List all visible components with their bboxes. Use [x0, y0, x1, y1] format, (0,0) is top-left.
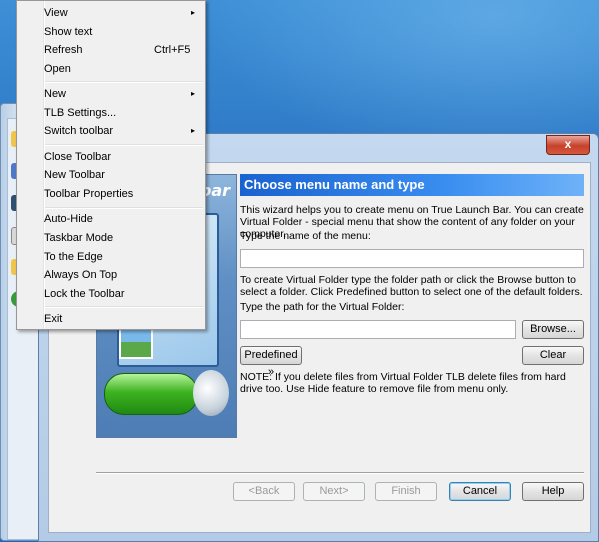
menu-item-label: New	[44, 88, 67, 100]
browse-button[interactable]: Browse...	[522, 320, 584, 339]
finish-button[interactable]: Finish	[375, 482, 437, 501]
menu-name-input[interactable]	[240, 249, 584, 268]
menu-separator	[45, 144, 203, 146]
menu-item-to-the-edge[interactable]: To the Edge	[44, 248, 194, 266]
menu-name-label: Type the name of the menu:	[240, 230, 371, 242]
menu-item-label: View	[44, 7, 68, 19]
cancel-button[interactable]: Cancel	[449, 482, 511, 501]
clear-button[interactable]: Clear	[522, 346, 584, 365]
menu-item-toolbar-properties[interactable]: Toolbar Properties	[44, 185, 194, 203]
menu-item-label: Exit	[44, 313, 63, 325]
wizard-step-title: Choose menu name and type	[240, 174, 584, 196]
predefined-button[interactable]: Predefined »	[240, 346, 302, 378]
menu-item-label: Open	[44, 63, 71, 75]
menu-item-label: Always On Top	[44, 269, 118, 281]
menu-item-label: Lock the Toolbar	[44, 288, 125, 300]
folder-help-text: To create Virtual Folder type the folder…	[240, 274, 583, 298]
menu-item-label: Toolbar Properties	[44, 188, 134, 200]
banner-battery-graphic	[104, 373, 198, 415]
menu-item-open[interactable]: Open	[44, 60, 194, 78]
menu-item-exit[interactable]: Exit	[44, 310, 194, 328]
menu-item-label: TLB Settings...	[44, 107, 117, 119]
wizard-note-text: NOTE: If you delete files from Virtual F…	[240, 371, 566, 395]
folder-path-label: Type the path for the Virtual Folder:	[240, 301, 405, 313]
window-close-button[interactable]: x	[546, 135, 590, 155]
menu-item-label: To the Edge	[44, 251, 103, 263]
menu-separator	[45, 81, 203, 83]
menu-item-label: Taskbar Mode	[44, 232, 114, 244]
menu-item-taskbar-mode[interactable]: Taskbar Mode	[44, 229, 194, 247]
menu-item-label: Auto-Hide	[44, 213, 93, 225]
footer-divider	[96, 472, 584, 474]
folder-path-input[interactable]	[240, 320, 516, 339]
submenu-arrow-icon: ▸	[191, 8, 196, 17]
menu-item-label: Show text	[44, 26, 93, 38]
menu-item-tlb-settings[interactable]: TLB Settings...	[44, 104, 194, 122]
help-button[interactable]: Help	[522, 482, 584, 501]
banner-battery-cap	[193, 370, 229, 416]
menu-item-close-toolbar[interactable]: Close Toolbar	[44, 148, 194, 166]
menu-item-shortcut: Ctrl+F5	[154, 44, 191, 56]
submenu-arrow-icon: ▸	[191, 89, 196, 98]
menu-item-new[interactable]: New ▸	[44, 85, 196, 103]
menu-item-refresh[interactable]: Refresh Ctrl+F5	[44, 41, 194, 59]
toolbar-context-menu: View ▸ Show text Refresh Ctrl+F5 Open Ne…	[16, 0, 206, 330]
menu-item-label: Close Toolbar	[44, 151, 112, 163]
banner-picture-icon	[119, 325, 153, 359]
menu-item-label: Switch toolbar	[44, 125, 114, 137]
menu-item-label: Refresh	[44, 44, 83, 56]
menu-item-new-toolbar[interactable]: New Toolbar	[44, 166, 194, 184]
menu-item-show-text[interactable]: Show text	[44, 23, 194, 41]
menu-separator	[45, 306, 203, 308]
back-button[interactable]: <Back	[233, 482, 295, 501]
menu-item-view[interactable]: View ▸	[44, 4, 196, 22]
menu-item-lock-toolbar[interactable]: Lock the Toolbar	[44, 285, 194, 303]
submenu-arrow-icon: ▸	[191, 126, 196, 135]
menu-item-auto-hide[interactable]: Auto-Hide	[44, 210, 194, 228]
menu-separator	[45, 207, 203, 209]
menu-item-switch-toolbar[interactable]: Switch toolbar ▸	[44, 122, 196, 140]
menu-item-always-on-top[interactable]: Always On Top	[44, 266, 194, 284]
menu-item-label: New Toolbar	[44, 169, 105, 181]
next-button[interactable]: Next>	[303, 482, 365, 501]
